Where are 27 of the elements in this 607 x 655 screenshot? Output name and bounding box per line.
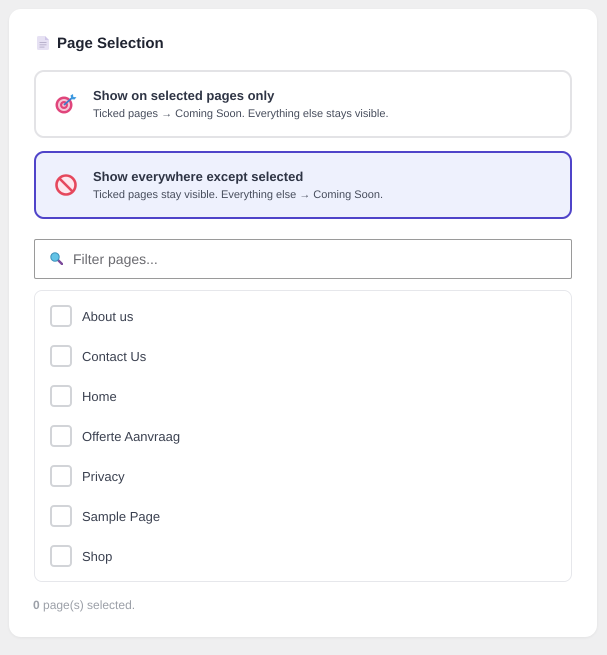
page-label[interactable]: Offerte Aanvraag [82,428,180,444]
page-label[interactable]: Contact Us [82,348,146,364]
prohibited-icon [55,174,77,196]
page-label[interactable]: Home [82,388,117,404]
section-title: Page Selection [57,34,164,52]
page-label[interactable]: Shop [82,548,112,564]
mode-title: Show everywhere except selected [93,168,304,184]
mode-description: Ticked pages → Coming Soon. Everything else stays visible. [93,108,389,120]
page-label[interactable]: Privacy [82,468,125,484]
checkbox[interactable] [50,425,72,447]
checkbox[interactable] [50,305,72,327]
checkbox[interactable] [50,545,72,567]
mode-description: Ticked pages stay visible. Everything else → Coming Soon. [93,188,384,202]
mode-option[interactable]: Show on selected pages only Ticked pages → Coming Soon. Everything else stays visible. [34,70,572,138]
page-label[interactable]: About us [82,308,134,324]
selection-count: 0 page(s) selected. [33,598,136,612]
checkbox[interactable] [50,505,72,527]
target-icon [55,93,77,115]
checkbox[interactable] [50,385,72,407]
checkbox[interactable] [50,465,72,487]
page-label[interactable]: Sample Page [82,508,160,524]
checkbox[interactable] [50,345,72,367]
filter-field[interactable]: Filter pages... [34,239,572,279]
search-icon [50,252,63,265]
mode-option[interactable]: Show everywhere except selected Ticked pages stay visible. Everything else → Coming Soon. [34,151,572,219]
document-icon [37,36,49,50]
mode-title: Show on selected pages only [93,88,276,102]
